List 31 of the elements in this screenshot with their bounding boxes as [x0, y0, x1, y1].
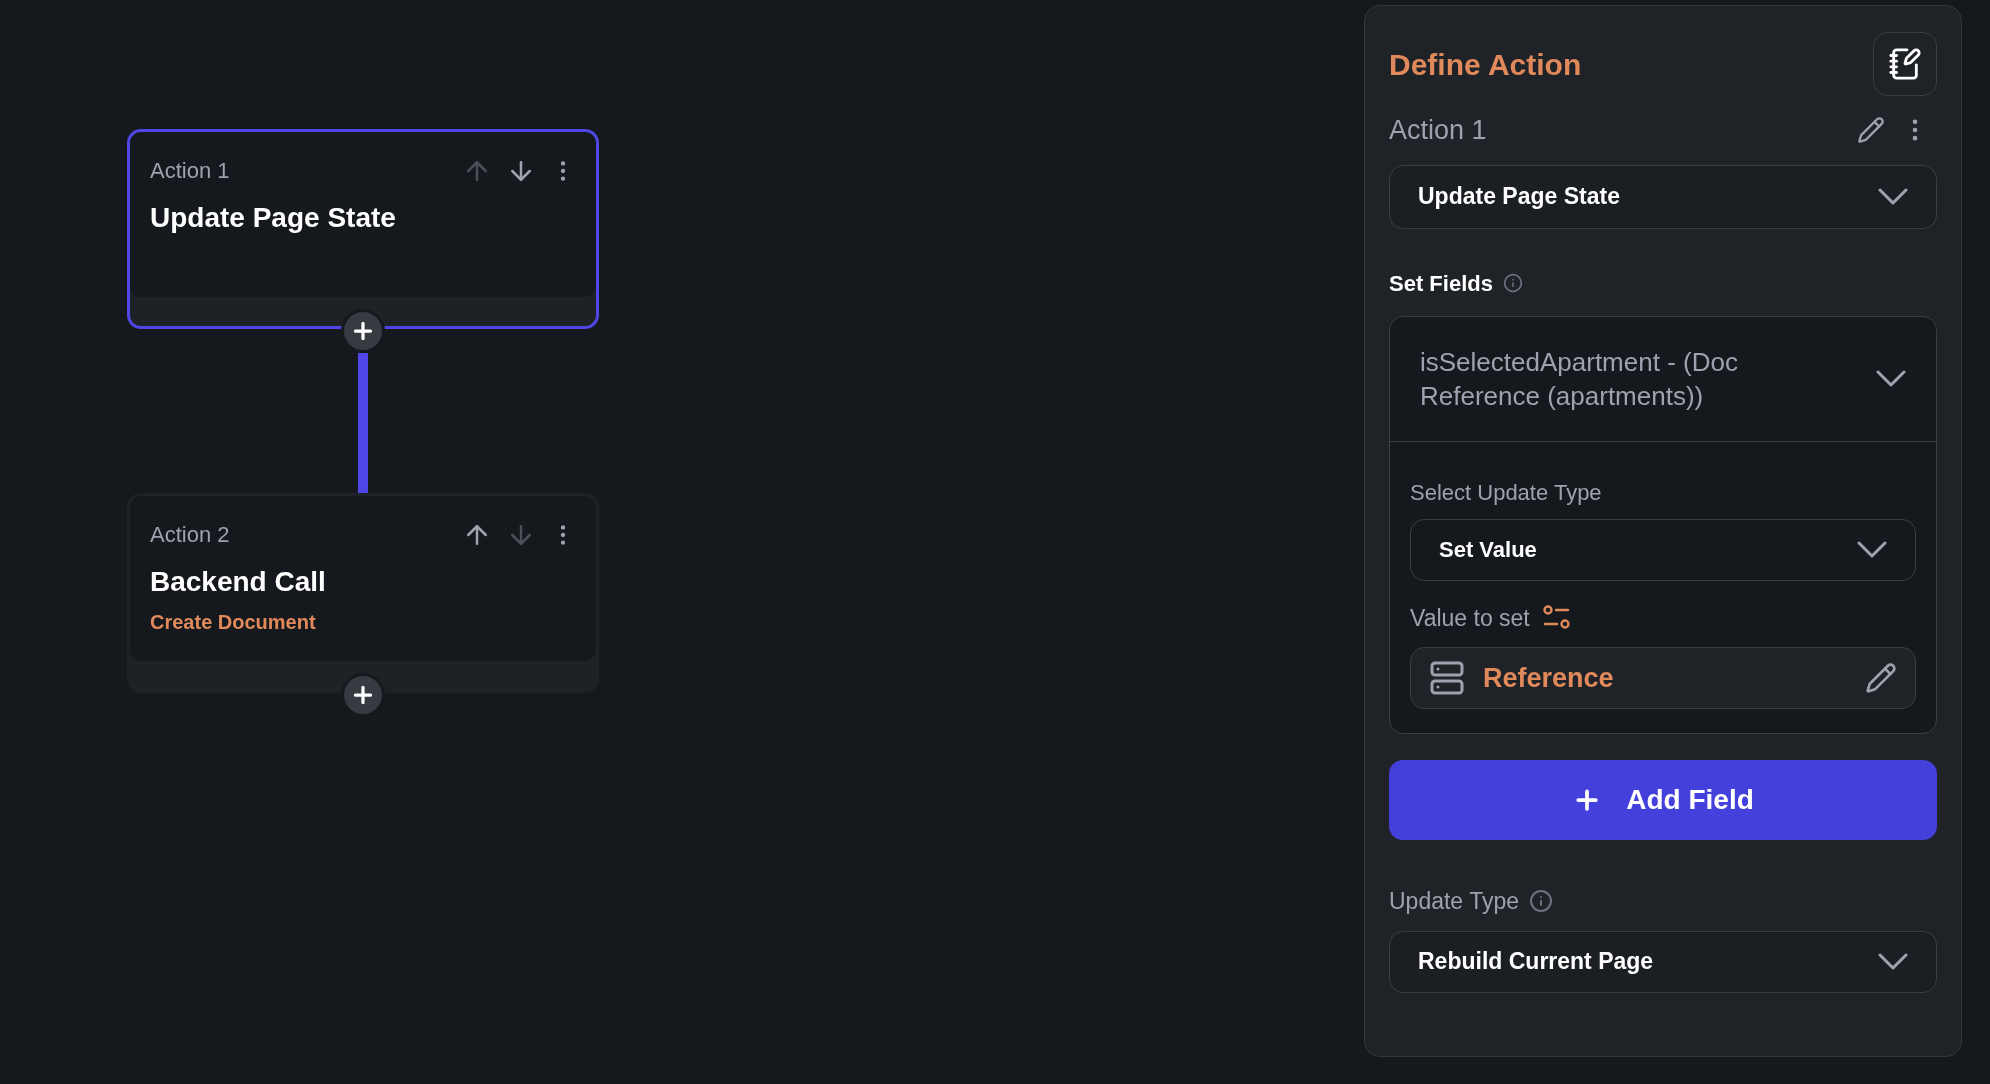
- select-update-type-label: Select Update Type: [1410, 478, 1603, 507]
- action-subtitle: Create Document: [150, 610, 317, 635]
- action-title: Backend Call: [150, 565, 327, 599]
- edit-icon[interactable]: [1865, 662, 1897, 694]
- chevron-down-icon: [1878, 188, 1908, 205]
- chevron-down-icon: [1857, 541, 1887, 558]
- note-icon: [1888, 47, 1922, 81]
- action-label: Action 1: [150, 157, 230, 185]
- add-note-button[interactable]: [1873, 32, 1937, 96]
- value-field[interactable]: Reference: [1410, 647, 1916, 709]
- update-type-label: Update Type: [1389, 887, 1519, 916]
- chevron-down-icon: [1876, 370, 1906, 387]
- chevron-down-icon: [1878, 953, 1908, 970]
- add-field-button[interactable]: Add Field: [1389, 760, 1937, 840]
- info-icon[interactable]: [1502, 273, 1523, 293]
- set-fields-label: Set Fields: [1389, 269, 1493, 298]
- edit-icon[interactable]: [1857, 116, 1885, 145]
- field-header[interactable]: isSelectedApartment - (Doc Reference (apartments)): [1390, 316, 1936, 442]
- action-name: Action 1: [1389, 114, 1487, 147]
- action-title: Update Page State: [150, 201, 397, 235]
- value-to-set-label: Value to set: [1410, 603, 1530, 633]
- value-text: Reference: [1483, 661, 1614, 695]
- server-icon: [1429, 660, 1465, 696]
- action-card[interactable]: Action 2 Backend Call Create Document: [127, 493, 599, 693]
- panel-title: Define Action: [1389, 46, 1582, 83]
- update-type-dropdown[interactable]: Set Value: [1410, 518, 1916, 581]
- rebuild-dropdown[interactable]: Rebuild Current Page: [1389, 930, 1937, 993]
- action-type-dropdown[interactable]: Update Page State: [1389, 164, 1937, 229]
- action-label: Action 2: [150, 521, 230, 549]
- info-icon[interactable]: [1529, 889, 1553, 914]
- action-card[interactable]: Action 1 Update Page State: [127, 129, 599, 329]
